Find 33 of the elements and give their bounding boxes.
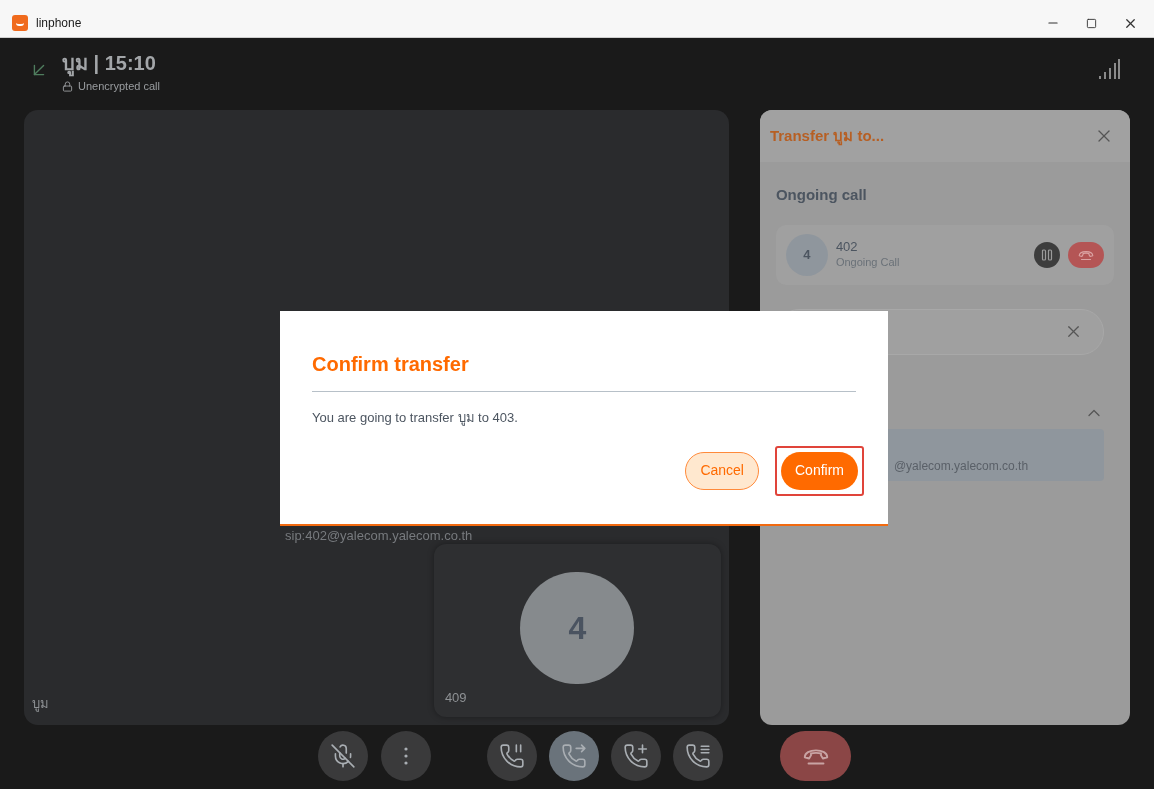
call-title: บูม | 15:10 [62, 50, 160, 76]
sip-address: sip:402@yalecom.yalecom.co.th [285, 527, 473, 545]
transfer-call-button[interactable] [549, 731, 599, 781]
maximize-icon[interactable] [1086, 17, 1097, 29]
microphone-off-icon [330, 743, 356, 769]
add-call-button[interactable] [611, 731, 661, 781]
pause-call-button[interactable] [487, 731, 537, 781]
phone-list-icon [685, 743, 711, 769]
pause-button[interactable] [1034, 241, 1060, 268]
phone-pause-icon [499, 743, 525, 769]
avatar: 4 [785, 233, 828, 276]
signal-icon [1098, 58, 1120, 80]
panel-title: Transfer บูม to... [769, 125, 885, 148]
caller-label: บูม [32, 694, 49, 713]
confirm-button[interactable]: Confirm [781, 451, 858, 490]
section-title: Ongoing call [775, 185, 868, 205]
app-logo-icon [12, 15, 28, 31]
lock-icon [62, 80, 73, 92]
window-title: linphone [36, 15, 82, 32]
participant-label: 409 [444, 688, 467, 707]
hang-up-button[interactable] [780, 731, 851, 781]
mute-button[interactable] [318, 731, 368, 781]
dialog-title: Confirm transfer [312, 352, 470, 377]
phone-plus-icon [623, 743, 649, 769]
cancel-button[interactable]: Cancel [685, 451, 759, 490]
call-number: 402 [835, 239, 859, 255]
phone-arrow-icon [561, 743, 587, 769]
encryption-status: Unencrypted call [78, 79, 160, 94]
pause-icon [1041, 248, 1053, 261]
avatar: 4 [520, 572, 635, 684]
more-icon [404, 747, 408, 765]
dialog-message: You are going to transfer บูม to 403. [312, 409, 519, 428]
list-call-button[interactable] [673, 731, 723, 781]
